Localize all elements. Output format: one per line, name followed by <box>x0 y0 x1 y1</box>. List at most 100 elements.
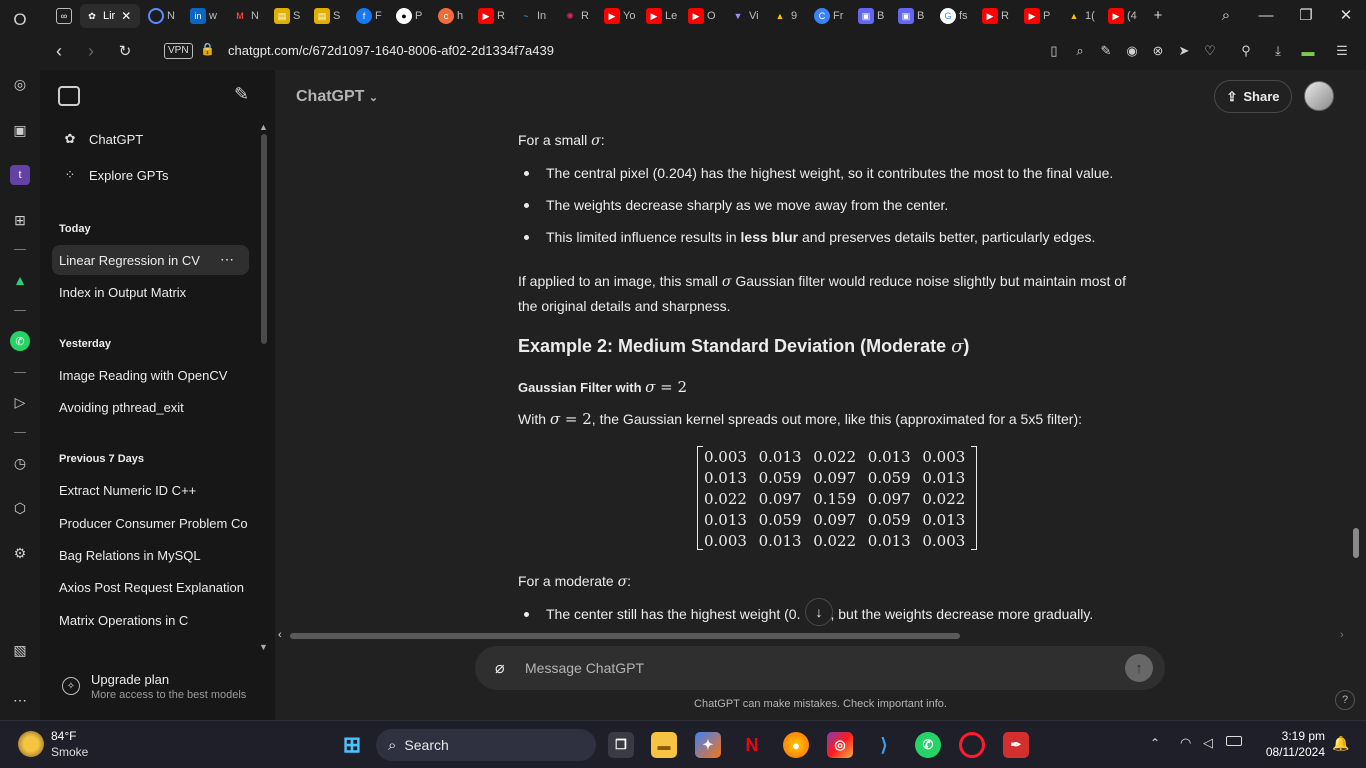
easy-setup-icon[interactable]: ☰ <box>1332 41 1352 61</box>
task-view-icon[interactable]: ❐ <box>608 732 634 758</box>
sidebar-chat-item[interactable]: Producer Consumer Problem Co <box>52 508 249 538</box>
scroll-up-icon[interactable]: ▲ <box>259 122 268 132</box>
weather-temp[interactable]: 84°F <box>51 729 76 743</box>
new-chat-icon[interactable]: ✎ <box>234 84 249 105</box>
battery-icon[interactable] <box>1226 736 1242 746</box>
reader-icon[interactable]: ▯ <box>1044 41 1064 61</box>
tab[interactable]: ▶ R <box>982 4 1018 28</box>
sidebar-chat-item[interactable]: Matrix Operations in C <box>52 605 249 635</box>
close-window-icon[interactable]: ✕ <box>1332 4 1360 26</box>
aria-ai-icon[interactable]: ▲ <box>10 270 30 290</box>
forward-icon[interactable]: › <box>80 40 102 62</box>
tab[interactable]: ▲ 1( <box>1066 4 1102 28</box>
settings-gear-icon[interactable]: ⚙ <box>10 543 30 563</box>
sidebar-chat-item[interactable]: Avoiding pthread_exit <box>52 392 249 422</box>
tab[interactable]: MN <box>232 4 268 28</box>
sidebar-item-explore-gpts[interactable]: ⁘ Explore GPTs <box>52 160 249 190</box>
opera-logo-icon[interactable]: O <box>10 10 30 30</box>
tab[interactable]: fF <box>356 4 392 28</box>
twitch-icon[interactable]: t <box>10 165 30 185</box>
more-options-icon[interactable]: ⋯ <box>220 251 234 268</box>
toggle-sidebar-icon[interactable] <box>58 86 80 106</box>
edit-icon[interactable]: ✎ <box>1096 41 1116 61</box>
clock-date[interactable]: 08/11/2024 <box>1259 745 1325 759</box>
tab[interactable]: N <box>148 4 184 28</box>
camera-icon[interactable]: ◉ <box>1122 41 1142 61</box>
start-windows-icon[interactable]: ⊞ <box>339 732 365 758</box>
sidebar-chat-item[interactable]: Extract Numeric ID C++ <box>52 475 249 505</box>
help-button[interactable]: ? <box>1335 690 1355 710</box>
clock-time[interactable]: 3:19 pm <box>1259 729 1325 743</box>
wifi-icon[interactable]: ◠ <box>1180 735 1191 751</box>
show-hidden-icons-icon[interactable]: ⌃ <box>1150 736 1160 750</box>
tab[interactable]: ▶ Le <box>646 4 682 28</box>
sidebar-chat-item[interactable]: Bag Relations in MySQL <box>52 540 249 570</box>
message-input[interactable]: Message ChatGPT <box>525 660 644 676</box>
tab[interactable]: ▼ Vi <box>730 4 766 28</box>
tab[interactable]: ▣ B <box>858 4 894 28</box>
tab[interactable]: ▶ Yo <box>604 4 640 28</box>
tab[interactable]: ~ In <box>518 4 554 28</box>
sidebar-scrollbar[interactable] <box>261 134 267 344</box>
taskbar-search[interactable]: ⌕ Search <box>376 729 596 761</box>
vertical-scrollbar-thumb[interactable] <box>1353 528 1359 558</box>
tab[interactable]: ▶ (4 <box>1108 4 1144 28</box>
opera-icon[interactable] <box>959 732 985 758</box>
attach-icon[interactable]: ⌀ <box>495 658 505 678</box>
tab[interactable]: in w <box>190 4 226 28</box>
heart-icon[interactable]: ♡ <box>1200 41 1220 61</box>
weather-desc[interactable]: Smoke <box>51 745 88 759</box>
download-icon[interactable]: ⤓ <box>1268 41 1288 61</box>
scroll-right-icon[interactable]: › <box>1340 629 1344 641</box>
send-button[interactable]: ↑ <box>1125 654 1153 682</box>
tab-workspaces-icon[interactable]: ∞ <box>56 4 80 28</box>
share-button[interactable]: ⇪ Share <box>1214 80 1292 113</box>
vpn-badge[interactable]: VPN <box>164 43 193 59</box>
whatsapp-icon[interactable]: ✆ <box>10 331 30 351</box>
horizontal-scrollbar[interactable] <box>290 632 1350 640</box>
whatsapp-icon[interactable]: ✆ <box>915 732 941 758</box>
sidebar-chat-item[interactable]: Index in Output Matrix <box>52 277 249 307</box>
avatar[interactable] <box>1304 81 1334 111</box>
netflix-icon[interactable]: N <box>739 732 765 758</box>
bag-icon[interactable]: ▣ <box>10 120 30 140</box>
back-icon[interactable]: ‹ <box>48 40 70 62</box>
lock-icon[interactable]: 🔒 <box>200 42 215 56</box>
scroll-down-icon[interactable]: ▼ <box>259 642 268 652</box>
copilot-icon[interactable]: ✦ <box>695 732 721 758</box>
reload-icon[interactable]: ↻ <box>114 40 136 62</box>
acrobat-icon[interactable]: ✒ <box>1003 732 1029 758</box>
weather-icon[interactable] <box>18 731 44 757</box>
file-explorer-icon[interactable]: ▬ <box>651 732 677 758</box>
close-tab-icon[interactable]: ✕ <box>121 9 131 23</box>
volume-icon[interactable]: ◁ <box>1203 735 1213 751</box>
profile-icon[interactable]: ⚲ <box>1236 41 1256 61</box>
history-icon[interactable]: ◷ <box>10 453 30 473</box>
tab[interactable]: ▤ S <box>274 4 310 28</box>
tab-active[interactable]: ✿ Lir ✕ <box>80 4 140 28</box>
scroll-to-bottom-button[interactable]: ↓ <box>805 598 833 626</box>
more-dots-icon[interactable]: ⋯ <box>10 690 30 710</box>
sidebar-item-chatgpt[interactable]: ✿ ChatGPT <box>52 124 249 154</box>
notification-bell-icon[interactable]: 🔔 <box>1332 735 1349 752</box>
zoom-icon[interactable]: ⌕ <box>1070 41 1090 61</box>
block-icon[interactable]: ⊗ <box>1148 41 1168 61</box>
restore-icon[interactable]: ❐ <box>1292 4 1320 26</box>
tab[interactable]: ▤ S <box>314 4 350 28</box>
tab[interactable]: C Fr <box>814 4 850 28</box>
vscode-icon[interactable]: ⟩ <box>871 732 897 758</box>
tab[interactable]: ▶ O <box>688 4 724 28</box>
firefox-icon[interactable]: ● <box>783 732 809 758</box>
url-field[interactable]: chatgpt.com/c/672d1097-1640-8006-af02-2d… <box>228 43 554 58</box>
new-tab-plus-icon[interactable]: + <box>1144 4 1172 26</box>
model-selector[interactable]: ChatGPT ⌄ <box>296 88 378 106</box>
send-icon[interactable]: ➤ <box>1174 41 1194 61</box>
chip-icon[interactable]: ⊞ <box>10 210 30 230</box>
tab[interactable]: ▶ P <box>1024 4 1060 28</box>
tab-search-icon[interactable]: ⌕ <box>1212 4 1240 26</box>
sidebar-chat-item[interactable]: Image Reading with OpenCV <box>52 360 249 390</box>
extensions-cube-icon[interactable]: ⬡ <box>10 498 30 518</box>
tab[interactable]: ● P <box>396 4 432 28</box>
tab[interactable]: ▶ R <box>478 4 514 28</box>
sidebar-chat-item[interactable]: Axios Post Request Explanation <box>52 572 249 602</box>
